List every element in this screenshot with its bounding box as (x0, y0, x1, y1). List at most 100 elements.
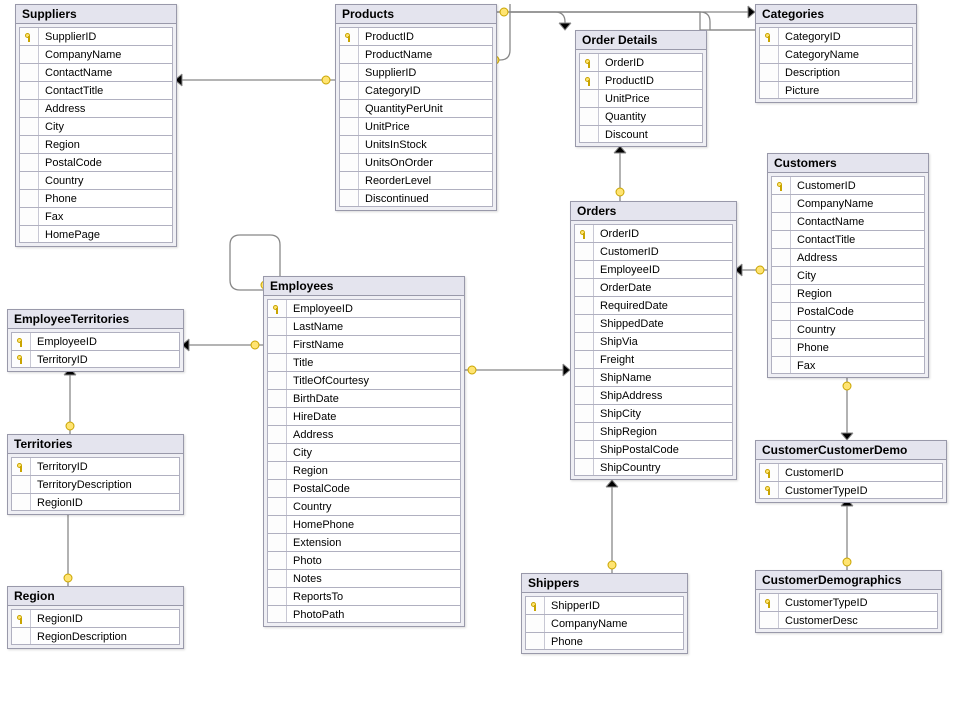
column-row[interactable]: BirthDate (267, 389, 461, 407)
column-row[interactable]: ContactName (19, 63, 173, 81)
column-row[interactable]: Phone (771, 338, 925, 356)
column-row[interactable]: CustomerTypeID (759, 481, 943, 499)
column-row[interactable]: CategoryID (339, 81, 493, 99)
column-row[interactable]: PhotoPath (267, 605, 461, 623)
column-row[interactable]: Address (771, 248, 925, 266)
column-row[interactable]: TerritoryID (11, 350, 180, 368)
table-products[interactable]: ProductsProductIDProductNameSupplierIDCa… (335, 4, 497, 211)
table-customers[interactable]: CustomersCustomerIDCompanyNameContactNam… (767, 153, 929, 378)
column-row[interactable]: CategoryName (759, 45, 913, 63)
column-row[interactable]: LastName (267, 317, 461, 335)
column-row[interactable]: CompanyName (525, 614, 684, 632)
column-row[interactable]: CategoryID (759, 27, 913, 45)
column-row[interactable]: QuantityPerUnit (339, 99, 493, 117)
column-row[interactable]: ShipperID (525, 596, 684, 614)
column-row[interactable]: ShipAddress (574, 386, 733, 404)
column-row[interactable]: Description (759, 63, 913, 81)
column-row[interactable]: UnitsInStock (339, 135, 493, 153)
column-row[interactable]: EmployeeID (267, 299, 461, 317)
table-territories[interactable]: TerritoriesTerritoryIDTerritoryDescripti… (7, 434, 184, 515)
column-row[interactable]: TerritoryDescription (11, 475, 180, 493)
column-row[interactable]: CustomerTypeID (759, 593, 938, 611)
column-row[interactable]: Quantity (579, 107, 703, 125)
column-row[interactable]: Fax (771, 356, 925, 374)
table-employees[interactable]: EmployeesEmployeeIDLastNameFirstNameTitl… (263, 276, 465, 627)
column-row[interactable]: ShipPostalCode (574, 440, 733, 458)
column-row[interactable]: ShipCity (574, 404, 733, 422)
column-row[interactable]: CustomerID (759, 463, 943, 481)
column-row[interactable]: PostalCode (267, 479, 461, 497)
table-shippers[interactable]: ShippersShipperIDCompanyNamePhone (521, 573, 688, 654)
column-row[interactable]: Country (771, 320, 925, 338)
column-row[interactable]: CustomerID (574, 242, 733, 260)
column-row[interactable]: Photo (267, 551, 461, 569)
column-row[interactable]: ReportsTo (267, 587, 461, 605)
column-row[interactable]: Region (771, 284, 925, 302)
column-row[interactable]: City (267, 443, 461, 461)
column-row[interactable]: HireDate (267, 407, 461, 425)
table-orderdetails[interactable]: Order DetailsOrderIDProductIDUnitPriceQu… (575, 30, 707, 147)
column-row[interactable]: ShipRegion (574, 422, 733, 440)
column-row[interactable]: RegionID (11, 609, 180, 627)
column-row[interactable]: ReorderLevel (339, 171, 493, 189)
table-empterr[interactable]: EmployeeTerritoriesEmployeeIDTerritoryID (7, 309, 184, 372)
column-row[interactable]: ShippedDate (574, 314, 733, 332)
table-suppliers[interactable]: SuppliersSupplierIDCompanyNameContactNam… (15, 4, 177, 247)
column-row[interactable]: CompanyName (771, 194, 925, 212)
column-row[interactable]: Discontinued (339, 189, 493, 207)
column-row[interactable]: Discount (579, 125, 703, 143)
column-row[interactable]: UnitPrice (339, 117, 493, 135)
column-row[interactable]: Region (19, 135, 173, 153)
column-row[interactable]: OrderDate (574, 278, 733, 296)
column-row[interactable]: PostalCode (771, 302, 925, 320)
column-row[interactable]: Extension (267, 533, 461, 551)
column-row[interactable]: ContactTitle (19, 81, 173, 99)
column-row[interactable]: CustomerID (771, 176, 925, 194)
column-row[interactable]: UnitsOnOrder (339, 153, 493, 171)
column-row[interactable]: RegionID (11, 493, 180, 511)
column-row[interactable]: Country (267, 497, 461, 515)
column-row[interactable]: EmployeeID (11, 332, 180, 350)
column-row[interactable]: RequiredDate (574, 296, 733, 314)
column-row[interactable]: ShipName (574, 368, 733, 386)
column-row[interactable]: UnitPrice (579, 89, 703, 107)
column-row[interactable]: Fax (19, 207, 173, 225)
column-row[interactable]: RegionDescription (11, 627, 180, 645)
table-categories[interactable]: CategoriesCategoryIDCategoryNameDescript… (755, 4, 917, 103)
column-row[interactable]: City (771, 266, 925, 284)
column-row[interactable]: Freight (574, 350, 733, 368)
column-row[interactable]: FirstName (267, 335, 461, 353)
column-row[interactable]: Region (267, 461, 461, 479)
table-region[interactable]: RegionRegionIDRegionDescription (7, 586, 184, 649)
column-row[interactable]: ShipVia (574, 332, 733, 350)
column-row[interactable]: ProductID (339, 27, 493, 45)
column-row[interactable]: HomePage (19, 225, 173, 243)
column-row[interactable]: Phone (19, 189, 173, 207)
column-row[interactable]: ContactName (771, 212, 925, 230)
column-row[interactable]: Address (19, 99, 173, 117)
column-row[interactable]: OrderID (579, 53, 703, 71)
column-row[interactable]: TerritoryID (11, 457, 180, 475)
table-custcustdemo[interactable]: CustomerCustomerDemoCustomerIDCustomerTy… (755, 440, 947, 503)
column-row[interactable]: Picture (759, 81, 913, 99)
column-row[interactable]: HomePhone (267, 515, 461, 533)
column-row[interactable]: Country (19, 171, 173, 189)
column-row[interactable]: SupplierID (19, 27, 173, 45)
column-row[interactable]: City (19, 117, 173, 135)
table-orders[interactable]: OrdersOrderIDCustomerIDEmployeeIDOrderDa… (570, 201, 737, 480)
table-custdemo[interactable]: CustomerDemographicsCustomerTypeIDCustom… (755, 570, 942, 633)
column-row[interactable]: OrderID (574, 224, 733, 242)
column-row[interactable]: EmployeeID (574, 260, 733, 278)
column-row[interactable]: ContactTitle (771, 230, 925, 248)
column-row[interactable]: ShipCountry (574, 458, 733, 476)
column-row[interactable]: Phone (525, 632, 684, 650)
column-row[interactable]: TitleOfCourtesy (267, 371, 461, 389)
column-row[interactable]: Address (267, 425, 461, 443)
column-row[interactable]: ProductID (579, 71, 703, 89)
column-row[interactable]: Title (267, 353, 461, 371)
column-row[interactable]: CompanyName (19, 45, 173, 63)
column-row[interactable]: CustomerDesc (759, 611, 938, 629)
column-row[interactable]: PostalCode (19, 153, 173, 171)
column-row[interactable]: Notes (267, 569, 461, 587)
column-row[interactable]: ProductName (339, 45, 493, 63)
